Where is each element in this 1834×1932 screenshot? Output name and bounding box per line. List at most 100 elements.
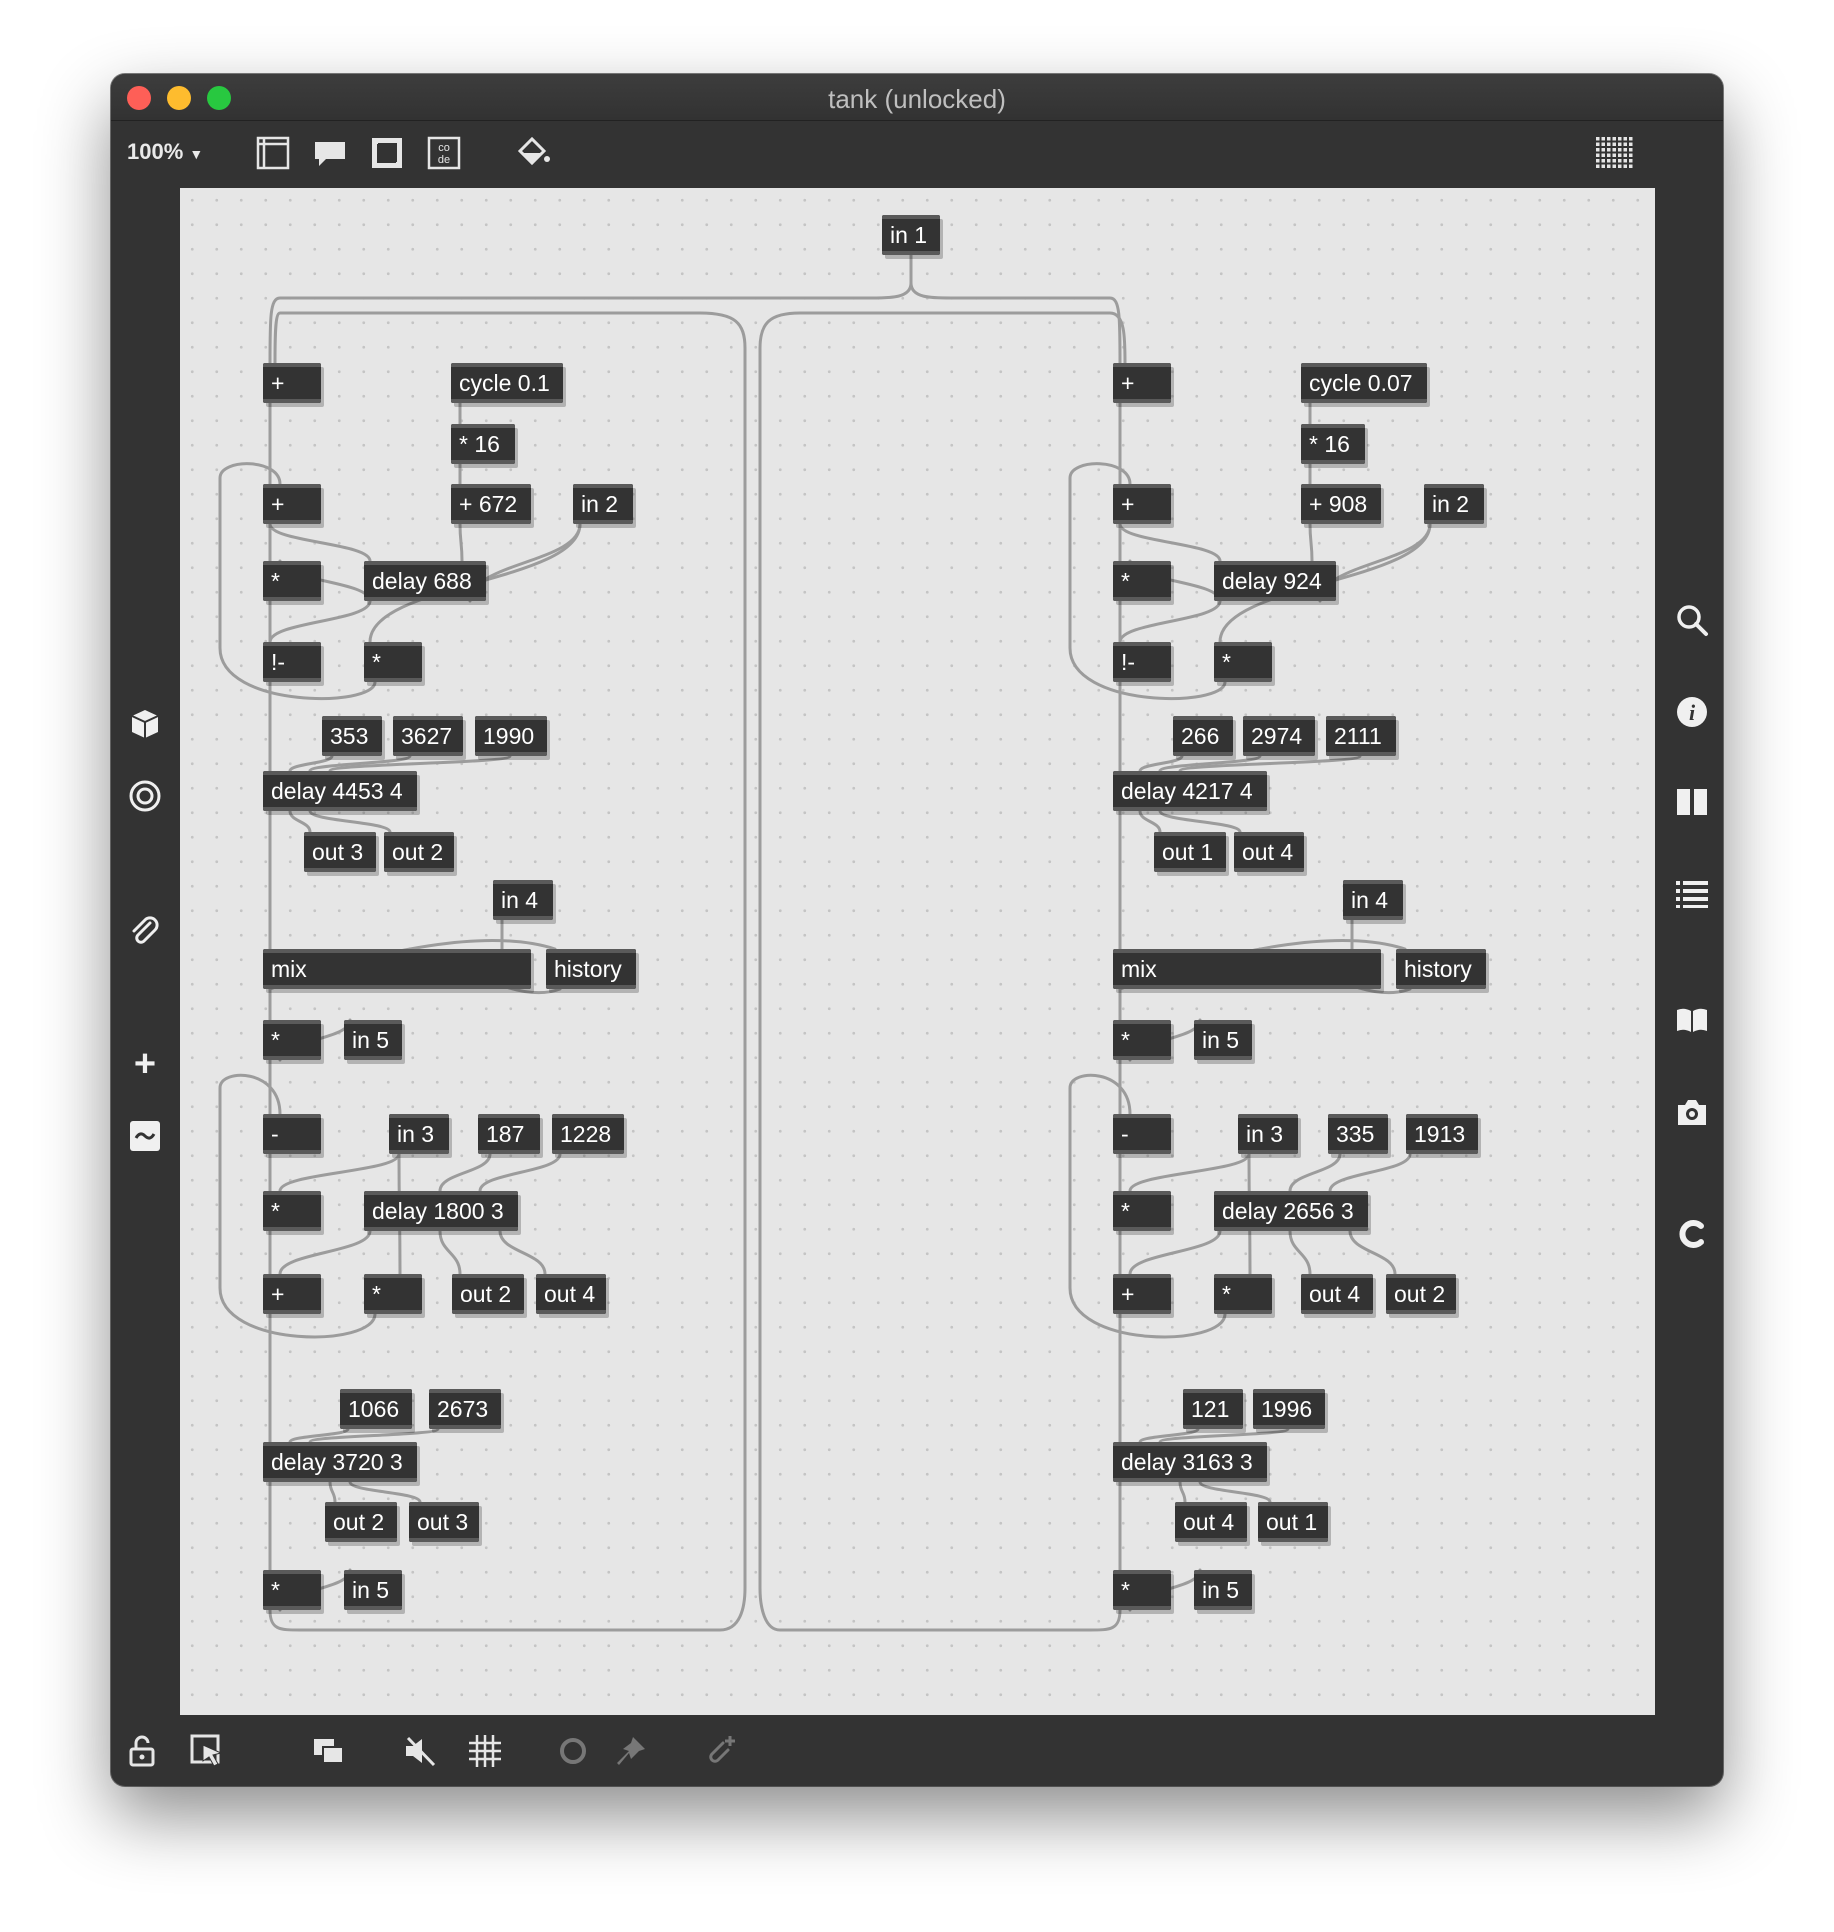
object-l-n2673[interactable]: 2673: [429, 1389, 501, 1429]
mute-icon[interactable]: [402, 1733, 438, 1774]
object-r-delay2656[interactable]: delay 2656 3: [1214, 1191, 1368, 1231]
patch-cord[interactable]: [1118, 522, 1222, 563]
patch-cord[interactable]: [438, 1229, 462, 1276]
object-l-in5a[interactable]: in 5: [344, 1020, 402, 1060]
object-r-mul1[interactable]: *: [1113, 561, 1171, 601]
object-r-delay3163[interactable]: delay 3163 3: [1113, 1442, 1267, 1482]
patch-cord[interactable]: [1138, 809, 1162, 834]
object-l-out3c[interactable]: out 3: [409, 1502, 479, 1542]
object-r-history[interactable]: history: [1396, 949, 1486, 989]
object-r-add908[interactable]: + 908: [1301, 484, 1381, 524]
object-l-delay1800[interactable]: delay 1800 3: [364, 1191, 518, 1231]
layers-icon[interactable]: [311, 1733, 347, 1774]
object-l-mul16[interactable]: * 16: [451, 424, 515, 464]
object-l-sub[interactable]: -: [263, 1114, 321, 1154]
object-l-cycle[interactable]: cycle 0.1: [451, 363, 563, 403]
patch-cord[interactable]: [1178, 1480, 1187, 1504]
c-icon[interactable]: [1672, 1214, 1712, 1254]
object-l-mul5[interactable]: *: [364, 1274, 422, 1314]
object-r-delay924[interactable]: delay 924: [1214, 561, 1336, 601]
area-icon[interactable]: [369, 135, 405, 176]
object-l-history[interactable]: history: [546, 949, 636, 989]
object-l-n1066[interactable]: 1066: [340, 1389, 412, 1429]
object-r-sub[interactable]: -: [1113, 1114, 1171, 1154]
patcher-canvas[interactable]: in 1 + cycle 0.1 * 16 + + 672 in 2 * delay 688 !-…: [180, 188, 1655, 1715]
object-l-n1228[interactable]: 1228: [552, 1114, 624, 1154]
object-r-in3[interactable]: in 3: [1238, 1114, 1298, 1154]
object-l-out2b[interactable]: out 2: [452, 1274, 524, 1314]
object-r-out4c[interactable]: out 4: [1175, 1502, 1247, 1542]
patch-cord[interactable]: [1288, 1229, 1312, 1276]
object-r-in2[interactable]: in 2: [1424, 484, 1484, 524]
patch-cord[interactable]: [1158, 809, 1242, 834]
patch-cord[interactable]: [1198, 1480, 1272, 1504]
object-l-rsub[interactable]: !-: [263, 642, 321, 682]
object-l-in4[interactable]: in 4: [493, 880, 553, 920]
patch-cord[interactable]: [498, 1229, 547, 1276]
camera-icon[interactable]: [1672, 1092, 1712, 1132]
object-l-add672[interactable]: + 672: [451, 484, 531, 524]
object-r-out2b[interactable]: out 2: [1386, 1274, 1456, 1314]
object-l-delay3720[interactable]: delay 3720 3: [263, 1442, 417, 1482]
zoom-menu[interactable]: 100% ▼: [127, 139, 203, 165]
object-r-in4[interactable]: in 4: [1343, 880, 1403, 920]
object-l-out2a[interactable]: out 2: [384, 832, 454, 872]
patch-cord[interactable]: [1118, 599, 1222, 644]
patch-cord[interactable]: [1128, 1229, 1222, 1276]
code-icon[interactable]: co de: [426, 135, 462, 176]
object-r-n2974[interactable]: 2974: [1243, 716, 1315, 756]
patch-cord[interactable]: [278, 1229, 372, 1276]
object-r-n1996[interactable]: 1996: [1253, 1389, 1325, 1429]
object-l-delay688[interactable]: delay 688: [364, 561, 486, 601]
object-l-in2[interactable]: in 2: [573, 484, 633, 524]
tilde-icon[interactable]: [125, 1116, 165, 1156]
patch-cord[interactable]: [308, 809, 392, 834]
object-r-mul16[interactable]: * 16: [1301, 424, 1365, 464]
list-icon[interactable]: [1672, 874, 1712, 914]
object-l-out3a[interactable]: out 3: [304, 832, 376, 872]
object-r-n2111[interactable]: 2111: [1326, 716, 1396, 756]
patch-cord[interactable]: [478, 1152, 562, 1193]
object-l-n1990[interactable]: 1990: [475, 716, 547, 756]
lock-icon[interactable]: [125, 1733, 161, 1774]
object-l-add1[interactable]: +: [263, 363, 321, 403]
info-icon[interactable]: i: [1672, 692, 1712, 732]
presentation-icon[interactable]: [255, 135, 291, 176]
object-r-out1a[interactable]: out 1: [1154, 832, 1226, 872]
paperclip-icon[interactable]: [125, 912, 165, 952]
object-r-delay4217[interactable]: delay 4217 4: [1113, 771, 1267, 811]
package-icon[interactable]: [125, 704, 165, 744]
object-r-out1c[interactable]: out 1: [1258, 1502, 1328, 1542]
grid-menu-icon[interactable]: [1594, 135, 1634, 178]
book-icon[interactable]: [1672, 1000, 1712, 1040]
object-l-mul1[interactable]: *: [263, 561, 321, 601]
patch-cord[interactable]: [1328, 1152, 1412, 1193]
object-r-in5a[interactable]: in 5: [1194, 1020, 1252, 1060]
object-l-n3627[interactable]: 3627: [393, 716, 463, 756]
object-r-add2[interactable]: +: [1113, 484, 1171, 524]
object-r-add3[interactable]: +: [1113, 1274, 1171, 1314]
object-r-mul3[interactable]: *: [1113, 1020, 1171, 1060]
pin-icon[interactable]: [613, 1733, 649, 1774]
object-l-n187[interactable]: 187: [478, 1114, 540, 1154]
object-l-mul3[interactable]: *: [263, 1020, 321, 1060]
object-l-n353[interactable]: 353: [322, 716, 382, 756]
patch-cord[interactable]: [458, 522, 464, 563]
object-l-in5b[interactable]: in 5: [344, 1570, 402, 1610]
plus-icon[interactable]: +: [125, 1043, 165, 1085]
patch-cord[interactable]: [268, 599, 372, 644]
object-r-n266[interactable]: 266: [1173, 716, 1233, 756]
patch-cord[interactable]: [1308, 522, 1314, 563]
patch-cord[interactable]: [288, 809, 312, 834]
patch-cord[interactable]: [1348, 1229, 1397, 1276]
comment-icon[interactable]: [312, 135, 348, 176]
object-r-n121[interactable]: 121: [1183, 1389, 1243, 1429]
patch-cord[interactable]: [278, 1152, 401, 1193]
object-r-mix[interactable]: mix: [1113, 949, 1381, 989]
object-l-mul2[interactable]: *: [364, 642, 422, 682]
object-l-out2c[interactable]: out 2: [325, 1502, 397, 1542]
object-l-out4b[interactable]: out 4: [536, 1274, 606, 1314]
object-l-delay4453[interactable]: delay 4453 4: [263, 771, 417, 811]
patch-cord[interactable]: [268, 253, 913, 365]
object-r-n1913[interactable]: 1913: [1406, 1114, 1478, 1154]
